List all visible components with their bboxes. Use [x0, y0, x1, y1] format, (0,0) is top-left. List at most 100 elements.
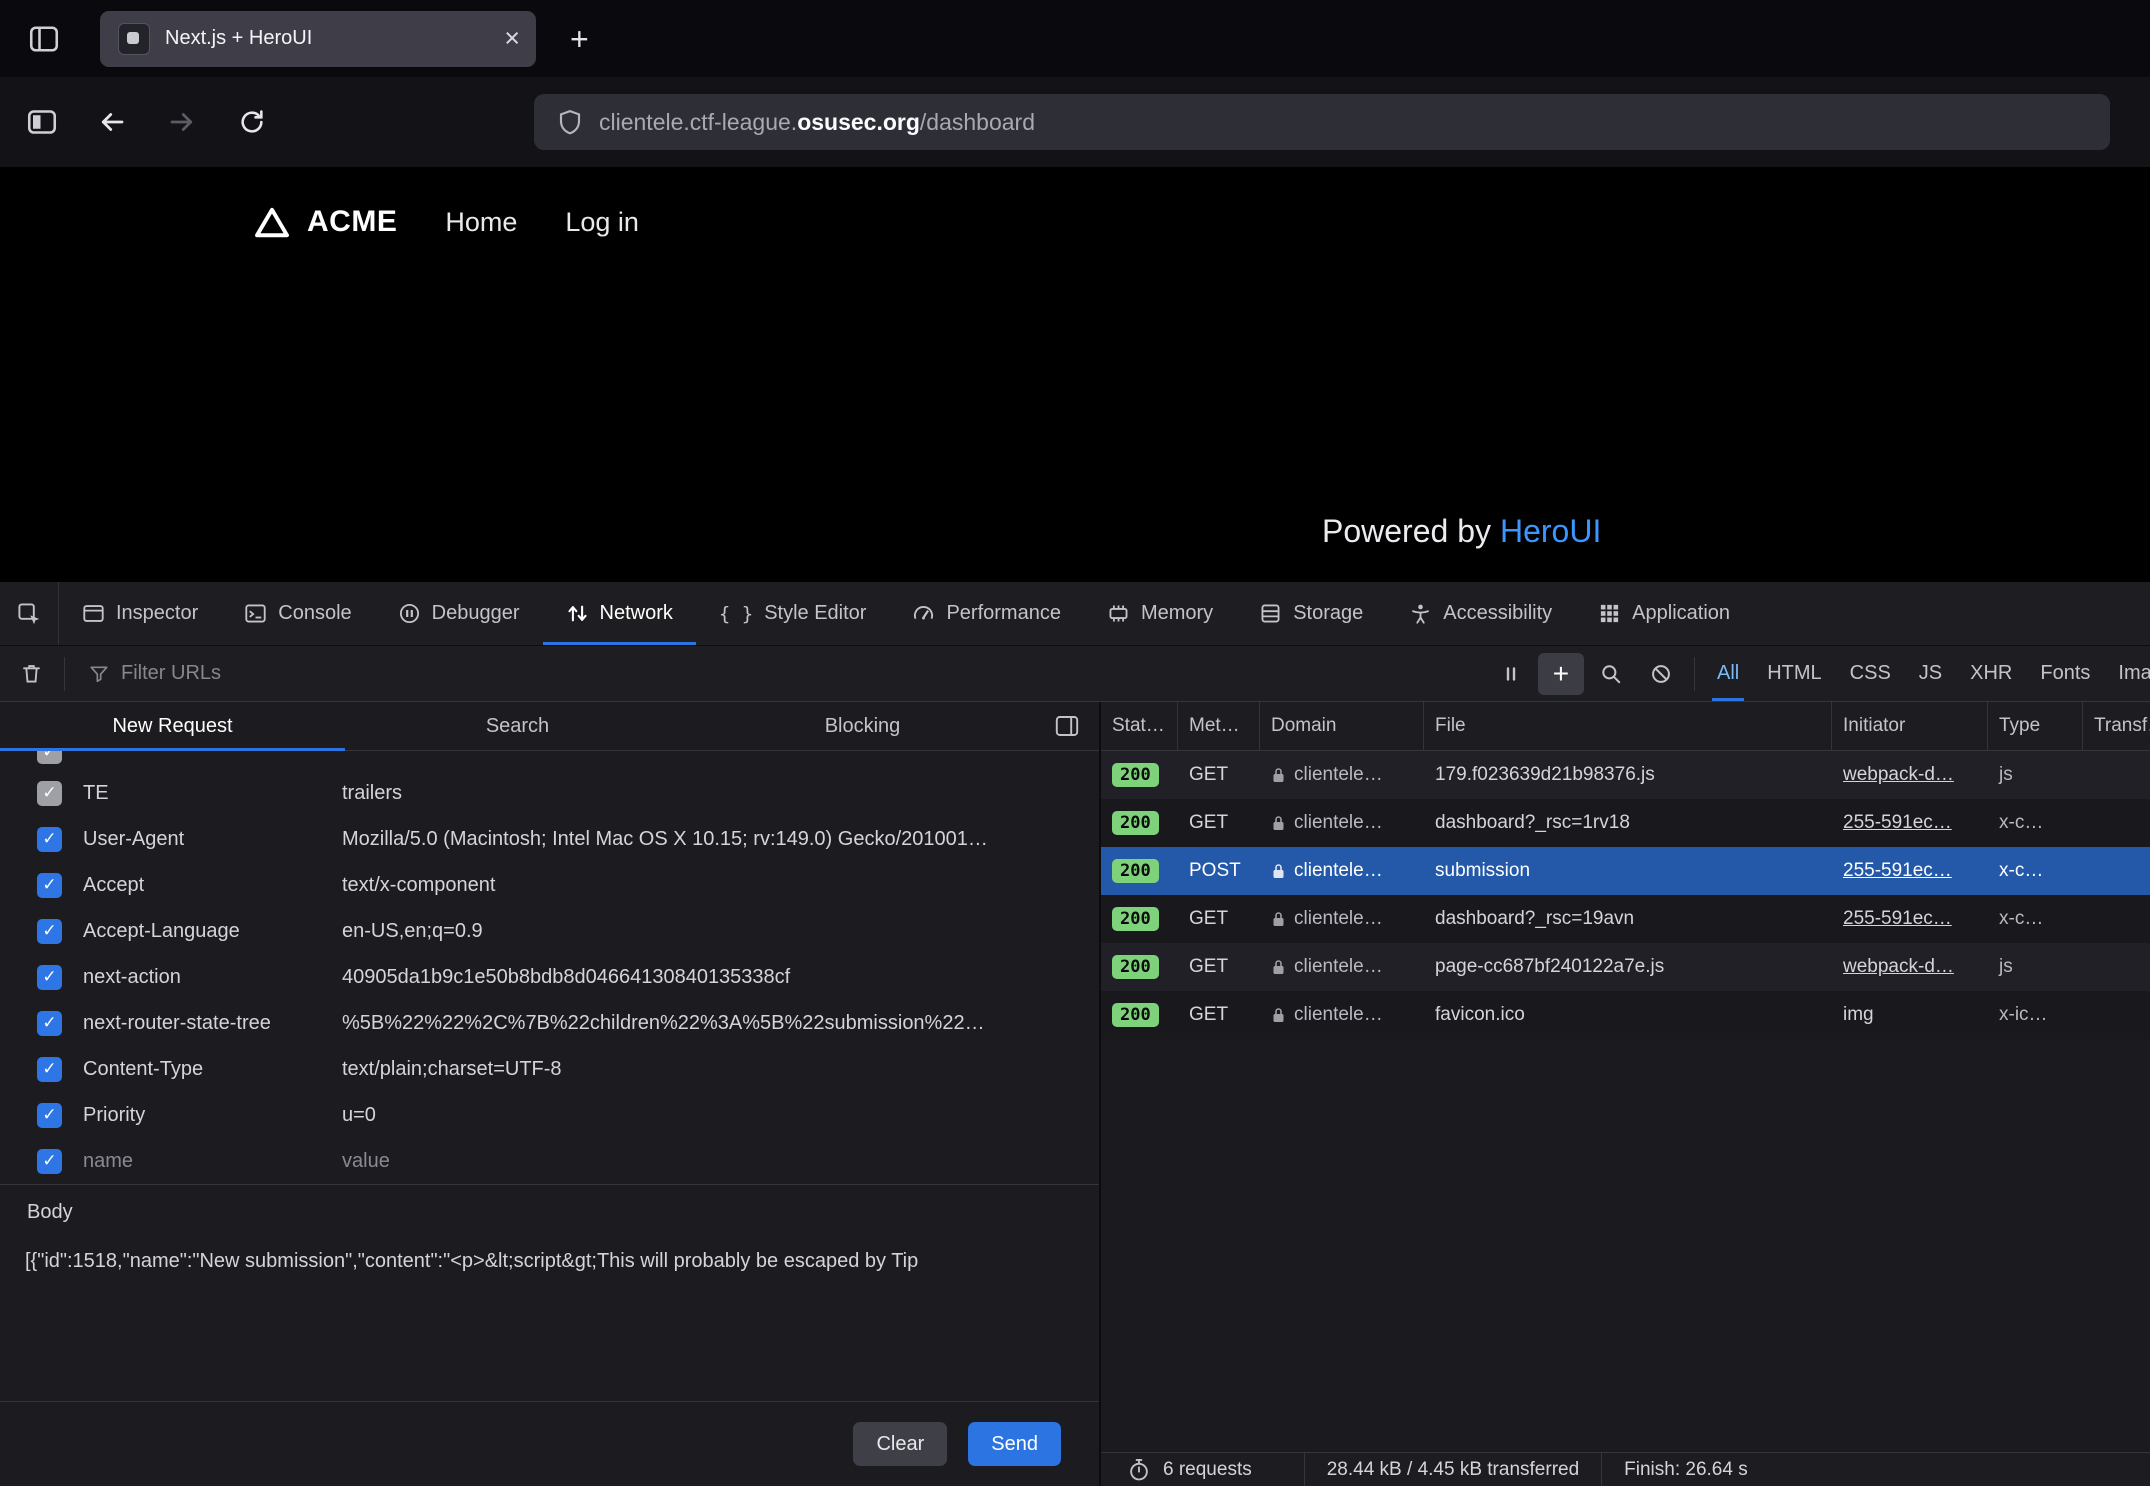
network-request-row[interactable]: 200POSTclientele…submission255-591ec…x-c…: [1101, 847, 2150, 895]
nav-login-link[interactable]: Log in: [565, 207, 639, 238]
clear-requests-button[interactable]: [8, 653, 54, 695]
header-checkbox[interactable]: ✓: [37, 827, 62, 852]
collapse-panel-button[interactable]: [1035, 702, 1099, 750]
header-checkbox[interactable]: ✓: [37, 751, 62, 764]
type-cell: js: [1988, 751, 2083, 799]
header-name[interactable]: TE: [83, 782, 342, 805]
network-request-row[interactable]: 200GETclientele…179.f023639d21b98376.jsw…: [1101, 751, 2150, 799]
status-cell: 200: [1101, 847, 1178, 895]
new-tab-button[interactable]: +: [570, 23, 589, 55]
block-button[interactable]: [1638, 653, 1684, 695]
tab-close-icon[interactable]: ×: [504, 25, 520, 52]
tab-performance[interactable]: Performance: [889, 582, 1084, 645]
column-header[interactable]: Domain: [1260, 702, 1424, 750]
initiator-text[interactable]: webpack-d…: [1843, 956, 1954, 978]
header-name[interactable]: Accept: [83, 874, 342, 897]
network-request-row[interactable]: 200GETclientele…dashboard?_rsc=19avn255-…: [1101, 895, 2150, 943]
send-button[interactable]: Send: [968, 1422, 1061, 1466]
tab-storage[interactable]: Storage: [1236, 582, 1386, 645]
column-header[interactable]: File: [1424, 702, 1832, 750]
header-value[interactable]: %5B%22%22%2C%7B%22children%22%3A%5B%22su…: [342, 1012, 1094, 1035]
column-header[interactable]: Transf…: [2083, 702, 2150, 750]
browser-tab[interactable]: Next.js + HeroUI ×: [100, 11, 536, 67]
tab-accessibility[interactable]: Accessibility: [1386, 582, 1575, 645]
pick-element-button[interactable]: [0, 582, 59, 645]
type-filter-css[interactable]: CSS: [1836, 646, 1905, 701]
new-request-toggle-button[interactable]: +: [1538, 653, 1584, 695]
header-name[interactable]: User-Agent: [83, 828, 342, 851]
reload-button[interactable]: [228, 98, 276, 146]
header-checkbox[interactable]: ✓: [37, 965, 62, 990]
column-header[interactable]: Met…: [1178, 702, 1260, 750]
type-filter-js[interactable]: JS: [1905, 646, 1956, 701]
header-value[interactable]: text/x-component: [342, 874, 1094, 897]
filter-urls-input[interactable]: Filter URLs: [73, 662, 1486, 685]
header-name[interactable]: next-router-state-tree: [83, 1012, 342, 1035]
header-value[interactable]: value: [342, 1150, 1094, 1173]
initiator-text[interactable]: 255-591ec…: [1843, 812, 1952, 834]
panel-tab-blocking[interactable]: Blocking: [690, 702, 1035, 750]
back-button[interactable]: [88, 98, 136, 146]
network-table-body: 200GETclientele…179.f023639d21b98376.jsw…: [1101, 751, 2150, 1039]
tab-debugger[interactable]: Debugger: [375, 582, 543, 645]
tab-memory[interactable]: Memory: [1084, 582, 1236, 645]
header-value[interactable]: u=0: [342, 1104, 1094, 1127]
window-icon[interactable]: [18, 98, 66, 146]
header-name[interactable]: Priority: [83, 1104, 342, 1127]
forward-button[interactable]: [158, 98, 206, 146]
header-name[interactable]: Accept-Language: [83, 920, 342, 943]
tab-application[interactable]: Application: [1575, 582, 1753, 645]
header-name[interactable]: name: [83, 1150, 342, 1173]
nav-home-link[interactable]: Home: [445, 207, 517, 238]
header-name[interactable]: Content-Type: [83, 1058, 342, 1081]
tab-inspector[interactable]: Inspector: [59, 582, 221, 645]
tab-label: Style Editor: [764, 602, 866, 625]
type-filter-xhr[interactable]: XHR: [1956, 646, 2026, 701]
transferred-cell: [2083, 799, 2150, 847]
clear-button[interactable]: Clear: [853, 1422, 947, 1466]
initiator-text[interactable]: 255-591ec…: [1843, 908, 1952, 930]
initiator-text[interactable]: webpack-d…: [1843, 764, 1954, 786]
pause-button[interactable]: [1488, 653, 1534, 695]
column-header[interactable]: Type: [1988, 702, 2083, 750]
header-value[interactable]: Mozilla/5.0 (Macintosh; Intel Mac OS X 1…: [342, 828, 1094, 851]
url-bar[interactable]: clientele.ctf-league.osusec.org/dashboar…: [534, 94, 2110, 150]
header-checkbox[interactable]: ✓: [37, 1011, 62, 1036]
tab-network[interactable]: Network: [543, 582, 696, 645]
header-checkbox[interactable]: ✓: [37, 781, 62, 806]
header-checkbox[interactable]: ✓: [37, 919, 62, 944]
header-checkbox[interactable]: ✓: [37, 873, 62, 898]
header-checkbox[interactable]: ✓: [37, 1149, 62, 1174]
type-filter-html[interactable]: HTML: [1753, 646, 1835, 701]
requests-summary: 6 requests: [1101, 1458, 1304, 1482]
site-logo[interactable]: ACME: [254, 205, 397, 239]
domain-text: clientele…: [1294, 1004, 1383, 1026]
performance-icon: [912, 602, 935, 625]
panel-tab-new-request[interactable]: New Request: [0, 702, 345, 750]
header-checkbox[interactable]: ✓: [37, 1103, 62, 1128]
request-body-value[interactable]: [{"id":1518,"name":"New submission","con…: [0, 1234, 1099, 1273]
network-request-row[interactable]: 200GETclientele…dashboard?_rsc=1rv18255-…: [1101, 799, 2150, 847]
tab-label: Storage: [1293, 602, 1363, 625]
header-value[interactable]: en-US,en;q=0.9: [342, 920, 1094, 943]
column-header[interactable]: Initiator: [1832, 702, 1988, 750]
type-filter-images[interactable]: Images: [2104, 646, 2150, 701]
header-value[interactable]: 40905da1b9c1e50b8bdb8d04664130840135338c…: [342, 966, 1094, 989]
type-filter-all[interactable]: All: [1703, 646, 1753, 701]
heroui-link[interactable]: HeroUI: [1500, 513, 1601, 549]
header-value[interactable]: trailers: [342, 782, 1094, 805]
panel-tab-search[interactable]: Search: [345, 702, 690, 750]
search-button[interactable]: [1588, 653, 1634, 695]
header-name[interactable]: next-action: [83, 966, 342, 989]
column-header[interactable]: Stat…: [1101, 702, 1178, 750]
header-checkbox[interactable]: ✓: [37, 1057, 62, 1082]
network-request-row[interactable]: 200GETclientele…favicon.icoimgx-ic…: [1101, 991, 2150, 1039]
status-badge: 200: [1112, 763, 1159, 788]
network-request-row[interactable]: 200GETclientele…page-cc687bf240122a7e.js…: [1101, 943, 2150, 991]
initiator-text[interactable]: 255-591ec…: [1843, 860, 1952, 882]
tab-console[interactable]: Console: [221, 582, 374, 645]
type-filter-fonts[interactable]: Fonts: [2026, 646, 2104, 701]
header-value[interactable]: text/plain;charset=UTF-8: [342, 1058, 1094, 1081]
tab-style-editor[interactable]: { } Style Editor: [696, 582, 890, 645]
tab-overview-button[interactable]: [20, 15, 68, 63]
